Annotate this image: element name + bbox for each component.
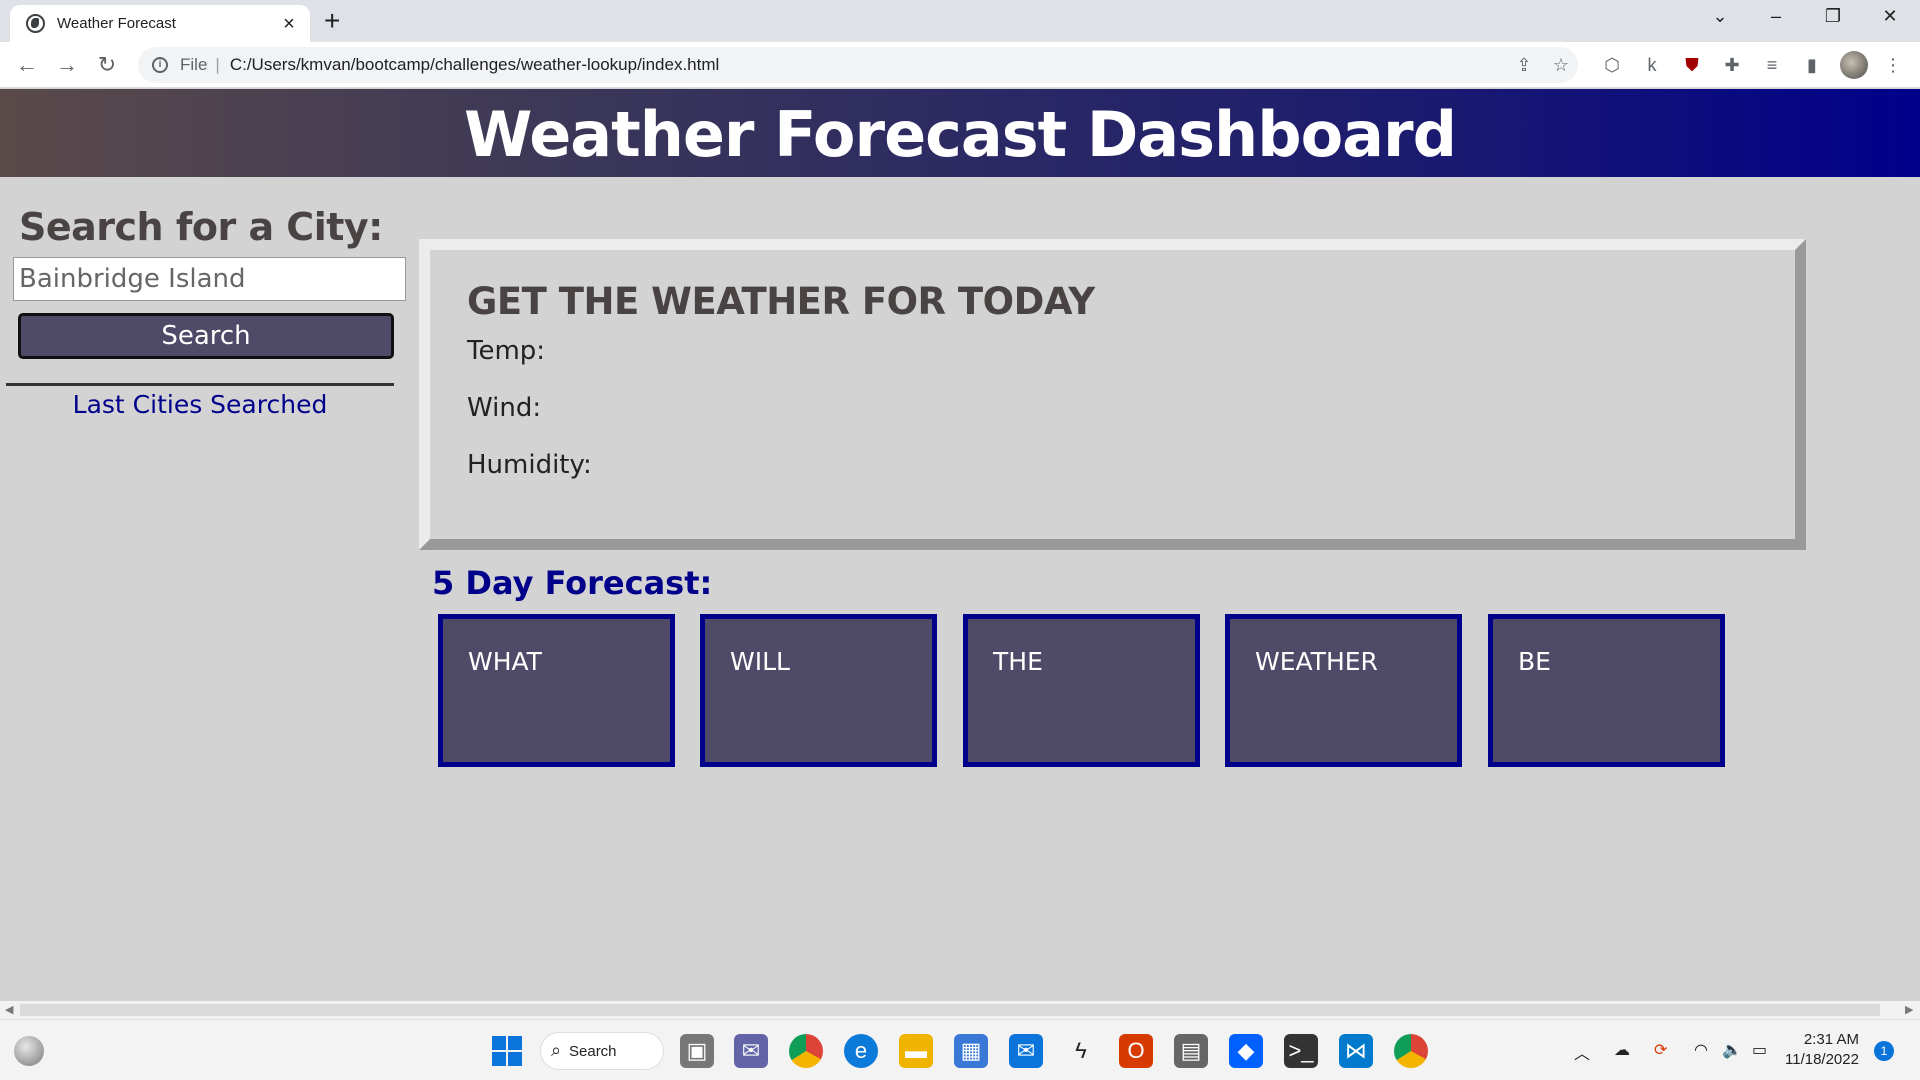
tab-title: Weather Forecast [57, 15, 176, 32]
wind-label: Wind: [467, 393, 542, 423]
start-windows-icon[interactable] [492, 1036, 522, 1066]
taskbar-clock[interactable]: 2:31 AM 11/18/2022 [1785, 1030, 1859, 1070]
forecast-card: BE [1488, 614, 1725, 767]
page-content: Weather Forecast Dashboard Search for a … [0, 89, 1920, 1001]
tray-chevron-icon[interactable]: ︿ [1574, 1040, 1590, 1064]
info-icon[interactable]: i [152, 57, 168, 73]
side-panel-icon[interactable]: ▮ [1801, 54, 1823, 76]
scroll-right-icon[interactable]: ▶ [1905, 1003, 1913, 1016]
forecast-card: WILL [700, 614, 937, 767]
forecast-card-label: THE [993, 647, 1043, 676]
sidebar-divider [6, 383, 394, 386]
last-cities-heading: Last Cities Searched [72, 390, 328, 419]
notification-badge[interactable]: 1 [1874, 1041, 1894, 1061]
page-title: Weather Forecast Dashboard [464, 98, 1457, 171]
url-text[interactable]: C:/Users/kmvan/bootcamp/challenges/weath… [230, 55, 719, 75]
forecast-card-label: WHAT [468, 647, 542, 676]
address-bar[interactable]: i File | C:/Users/kmvan/bootcamp/challen… [138, 47, 1578, 83]
extensions-puzzle-icon[interactable]: ✚ [1721, 54, 1743, 76]
wifi-icon[interactable]: ◠ [1694, 1040, 1708, 1060]
city-search-input[interactable] [13, 257, 406, 301]
reload-icon[interactable]: ↻ [92, 50, 122, 80]
minimize-icon[interactable]: – [1756, 6, 1796, 27]
today-weather-card: GET THE WEATHER FOR TODAY Temp: Wind: Hu… [419, 239, 1806, 550]
extension-cube-icon[interactable]: ⬡ [1601, 54, 1623, 76]
scrollbar-thumb[interactable] [20, 1004, 1880, 1016]
clock-date: 11/18/2022 [1785, 1051, 1859, 1068]
forecast-card-label: WILL [730, 647, 790, 676]
url-scheme: File [180, 55, 208, 74]
battery-icon[interactable]: ▭ [1752, 1040, 1767, 1060]
clock-time: 2:31 AM [1803, 1031, 1859, 1048]
close-window-icon[interactable]: ✕ [1870, 6, 1910, 27]
dropbox-icon[interactable]: ◆ [1229, 1034, 1263, 1068]
url-separator: | [215, 55, 220, 74]
edge-icon[interactable]: e [844, 1034, 878, 1068]
forecast-card: WHAT [438, 614, 675, 767]
forecast-heading: 5 Day Forecast: [432, 564, 713, 602]
sync-icon[interactable]: ⟳ [1654, 1040, 1667, 1060]
menu-kebab-icon[interactable]: ⋮ [1882, 54, 1904, 76]
tab-search-chevron-icon[interactable]: ⌄ [1700, 6, 1740, 27]
onedrive-cloud-icon[interactable]: ☁ [1614, 1040, 1630, 1060]
taskbar: Search ▣ ✉ e ▬ ▦ ✉ ϟ O ▤ ◆ >_ ⋈ ︿ ☁ ⟳ ◠ … [0, 1019, 1920, 1080]
temp-label: Temp: [467, 336, 546, 366]
horizontal-scrollbar[interactable]: ◀ ▶ [0, 1001, 1920, 1019]
forecast-card: WEATHER [1225, 614, 1462, 767]
page-header: Weather Forecast Dashboard [0, 89, 1920, 177]
file-explorer-icon[interactable]: ▬ [899, 1034, 933, 1068]
bookmark-star-icon[interactable]: ☆ [1550, 54, 1572, 76]
terminal-icon[interactable]: >_ [1284, 1034, 1318, 1068]
teams-chat-icon[interactable]: ✉ [734, 1034, 768, 1068]
close-tab-icon[interactable]: × [278, 13, 300, 35]
volume-icon[interactable]: 🔈 [1722, 1040, 1742, 1060]
scroll-left-icon[interactable]: ◀ [5, 1003, 13, 1016]
extension-k-icon[interactable]: k [1641, 54, 1663, 76]
weather-widget-icon[interactable] [14, 1036, 44, 1066]
task-view-icon[interactable]: ▣ [680, 1034, 714, 1068]
chrome-icon[interactable] [789, 1034, 823, 1068]
browser-tab[interactable]: Weather Forecast × [10, 5, 310, 42]
vscode-icon[interactable]: ⋈ [1339, 1034, 1373, 1068]
mail-icon[interactable]: ✉ [1009, 1034, 1043, 1068]
browser-tab-strip: Weather Forecast × + ⌄ – ❐ ✕ [0, 0, 1920, 42]
search-heading: Search for a City: [19, 205, 383, 249]
taskbar-search[interactable]: Search [540, 1032, 664, 1070]
forecast-card-label: WEATHER [1255, 647, 1378, 676]
forward-icon[interactable]: → [52, 50, 82, 80]
forecast-card: THE [963, 614, 1200, 767]
app-lightning-icon[interactable]: ϟ [1064, 1034, 1098, 1068]
media-queue-icon[interactable]: ≡ [1761, 54, 1783, 76]
ublock-shield-icon[interactable]: ⛊ [1681, 54, 1703, 76]
new-tab-icon[interactable]: + [324, 7, 340, 35]
restore-icon[interactable]: ❐ [1813, 6, 1853, 27]
calculator-icon[interactable]: ▤ [1174, 1034, 1208, 1068]
office-icon[interactable]: O [1119, 1034, 1153, 1068]
forecast-card-label: BE [1518, 647, 1551, 676]
today-title: GET THE WEATHER FOR TODAY [467, 280, 1095, 323]
profile-avatar[interactable] [1840, 51, 1868, 79]
browser-toolbar: ← → ↻ i File | C:/Users/kmvan/bootcamp/c… [0, 42, 1920, 88]
chrome-profile-icon[interactable] [1394, 1034, 1428, 1068]
humidity-label: Humidity: [467, 450, 592, 480]
back-icon[interactable]: ← [12, 50, 42, 80]
search-button[interactable]: Search [18, 313, 394, 359]
globe-icon [26, 14, 45, 33]
ms-store-icon[interactable]: ▦ [954, 1034, 988, 1068]
share-icon[interactable]: ⇪ [1513, 54, 1535, 76]
